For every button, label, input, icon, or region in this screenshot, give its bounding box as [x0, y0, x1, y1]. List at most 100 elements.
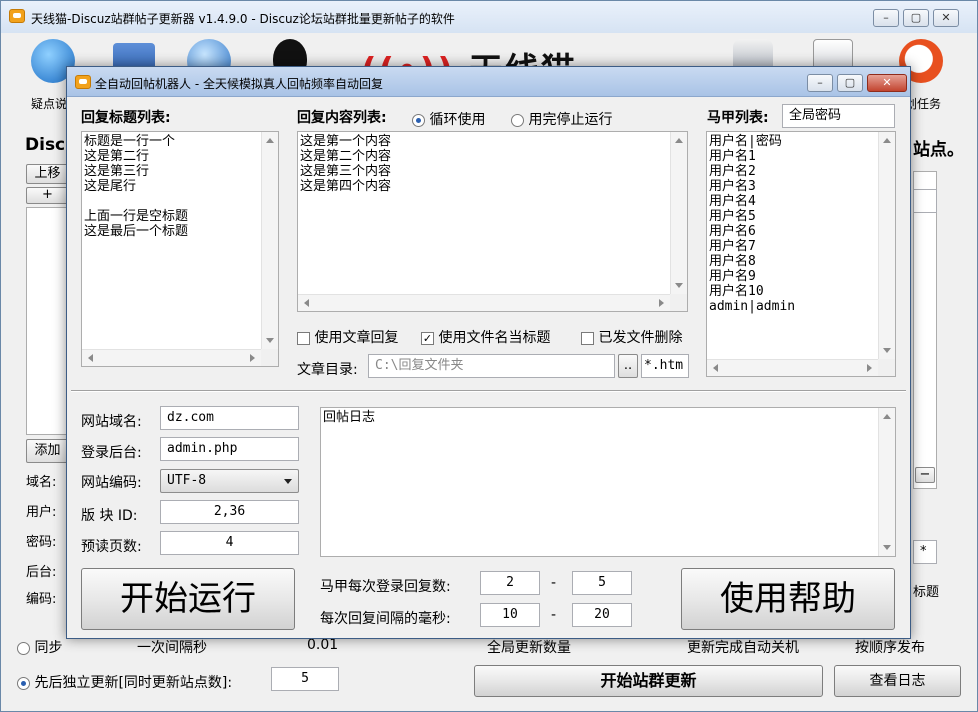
- login-input[interactable]: admin.php: [160, 437, 299, 461]
- accounts-textarea[interactable]: 用户名|密码 用户名1 用户名2 用户名3 用户名4 用户名5 用户名6 用户名7 用户名8 用户…: [706, 131, 896, 377]
- loop-option-label: 循环使用: [429, 112, 486, 128]
- account-line: 用户名8: [709, 254, 756, 269]
- replies-min-input[interactable]: 2: [480, 571, 540, 595]
- account-line: 用户名6: [709, 224, 756, 239]
- account-line: 用户名10: [709, 284, 764, 299]
- sync-interval-value: 0.01: [307, 637, 339, 653]
- chevron-down-icon: [284, 479, 292, 484]
- account-line: admin|admin: [709, 299, 796, 314]
- right-star-field[interactable]: *: [913, 540, 937, 564]
- dialog-close-icon[interactable]: ✕: [867, 74, 907, 92]
- pages-label: 预读页数:: [81, 539, 142, 555]
- left-heading: Disc: [25, 135, 66, 155]
- loop-radio[interactable]: [412, 113, 425, 127]
- dialog-window-controls: – ▢ ✕: [807, 74, 907, 92]
- title-list-textarea[interactable]: 标题是一行一个 这是第二行 这是第三行 这是尾行 上面一行是空标题 这是最后一个标题: [81, 131, 279, 367]
- login-label: 登录后台:: [81, 445, 142, 461]
- content-list-line: 这是第二个内容: [300, 149, 392, 164]
- file-ext-input[interactable]: *.htm: [641, 354, 689, 378]
- loop-option[interactable]: 循环使用: [412, 109, 485, 129]
- title-list-line: [84, 194, 188, 209]
- accounts-label: 马甲列表:: [707, 110, 769, 126]
- delete-sent-option[interactable]: 已发文件删除: [581, 327, 682, 347]
- dialog-titlebar: 全自动回帖机器人 - 全天候模拟真人回帖频率自动回复 – ▢ ✕: [67, 67, 910, 97]
- interval-dash: -: [551, 607, 557, 623]
- forum-id-label: 版 块 ID:: [81, 508, 138, 524]
- encoding-select-value: UTF-8: [167, 473, 207, 488]
- title-list-hscroll[interactable]: [82, 349, 261, 366]
- encoding-select[interactable]: UTF-8: [160, 469, 299, 493]
- content-list-vscroll[interactable]: [670, 132, 687, 294]
- title-list-line: 这是最后一个标题: [84, 224, 189, 239]
- sync-row: 同步 一次间隔秒 0.01 全局更新数量 更新完成自动关机 按顺序发布: [17, 637, 978, 657]
- main-titlebar: 天线猫-Discuz站群帖子更新器 v1.4.9.0 - Discuz论坛站群批…: [1, 1, 977, 33]
- site-list[interactable]: [26, 207, 69, 435]
- stop-option-label: 用完停止运行: [528, 112, 613, 128]
- backend-label: 后台:: [26, 565, 57, 580]
- minimize-icon[interactable]: –: [873, 9, 899, 27]
- title-list-line: 上面一行是空标题: [84, 209, 189, 224]
- site-domain-input[interactable]: dz.com: [160, 406, 299, 430]
- content-list-textarea[interactable]: 这是第一个内容 这是第二个内容 这是第三个内容 这是第四个内容: [297, 131, 688, 312]
- maximize-icon[interactable]: ▢: [903, 9, 929, 27]
- filename-title-checkbox[interactable]: ✓: [421, 331, 434, 345]
- dir-label: 文章目录:: [297, 362, 358, 378]
- expand-button[interactable]: +: [26, 187, 69, 204]
- article-reply-label: 使用文章回复: [314, 330, 399, 346]
- help-button[interactable]: 使用帮助: [681, 568, 895, 630]
- dialog-minimize-icon[interactable]: –: [807, 74, 833, 92]
- content-list-label: 回复内容列表:: [297, 110, 387, 126]
- forum-id-input[interactable]: 2,36: [160, 500, 299, 524]
- accounts-hscroll[interactable]: [707, 359, 878, 376]
- content-list-line: 这是第四个内容: [300, 179, 392, 194]
- dialog-maximize-icon[interactable]: ▢: [837, 74, 863, 92]
- start-group-update-button[interactable]: 开始站群更新: [474, 665, 823, 697]
- article-reply-checkbox[interactable]: [297, 331, 310, 345]
- add-site-button[interactable]: 添加: [26, 439, 69, 463]
- interval-label: 每次回复间隔的毫秒:: [320, 611, 451, 627]
- right-input[interactable]: [913, 189, 937, 213]
- reply-log-vscroll[interactable]: [878, 408, 895, 556]
- title-list-line: 这是第二行: [84, 149, 150, 164]
- account-line: 用户名5: [709, 209, 756, 224]
- dir-input[interactable]: C:\回复文件夹: [368, 354, 615, 378]
- interval-min-input[interactable]: 10: [480, 603, 540, 627]
- encoding-label-dialog: 网站编码:: [81, 475, 142, 491]
- filename-title-label: 使用文件名当标题: [438, 330, 551, 346]
- stop-radio[interactable]: [511, 113, 524, 127]
- account-line: 用户名2: [709, 164, 756, 179]
- accounts-content: 用户名|密码 用户名1 用户名2 用户名3 用户名4 用户名5 用户名6 用户名7 用户名8 用户…: [709, 134, 795, 314]
- filename-title-option[interactable]: ✓ 使用文件名当标题: [421, 327, 550, 347]
- global-count-label: 全局更新数量: [487, 640, 571, 656]
- replies-dash: -: [551, 575, 557, 591]
- replies-per-login-label: 马甲每次登录回复数:: [320, 579, 451, 595]
- right-heading: 站点。: [913, 140, 964, 160]
- account-line: 用户名4: [709, 194, 756, 209]
- right-panel-list[interactable]: [913, 171, 937, 489]
- dialog-app-icon: [75, 75, 91, 89]
- start-run-button[interactable]: 开始运行: [81, 568, 295, 630]
- reply-log-textarea[interactable]: 回帖日志: [320, 407, 896, 557]
- pages-input[interactable]: 4: [160, 531, 299, 555]
- browse-dir-button[interactable]: ..: [618, 354, 638, 378]
- move-up-button[interactable]: 上移: [26, 164, 69, 184]
- view-log-button[interactable]: 查看日志: [834, 665, 961, 697]
- domain-label: 域名:: [26, 475, 57, 490]
- content-list-hscroll[interactable]: [298, 294, 670, 311]
- close-icon[interactable]: ✕: [933, 9, 959, 27]
- remove-button[interactable]: −: [915, 467, 935, 483]
- replies-max-input[interactable]: 5: [572, 571, 632, 595]
- delete-sent-checkbox[interactable]: [581, 331, 594, 345]
- dialog-title: 全自动回帖机器人 - 全天候模拟真人回帖频率自动回复: [95, 77, 383, 91]
- title-list-vscroll[interactable]: [261, 132, 278, 349]
- app-icon: [9, 9, 25, 23]
- independent-radio[interactable]: [17, 676, 30, 690]
- interval-max-input[interactable]: 20: [572, 603, 632, 627]
- concurrent-sites-input[interactable]: 5: [271, 667, 339, 691]
- stop-option[interactable]: 用完停止运行: [511, 109, 612, 129]
- accounts-vscroll[interactable]: [878, 132, 895, 359]
- sync-radio[interactable]: [17, 641, 30, 655]
- article-reply-option[interactable]: 使用文章回复: [297, 327, 398, 347]
- global-password-input[interactable]: 全局密码: [782, 104, 895, 128]
- main-window-title: 天线猫-Discuz站群帖子更新器 v1.4.9.0 - Discuz论坛站群批…: [31, 12, 455, 26]
